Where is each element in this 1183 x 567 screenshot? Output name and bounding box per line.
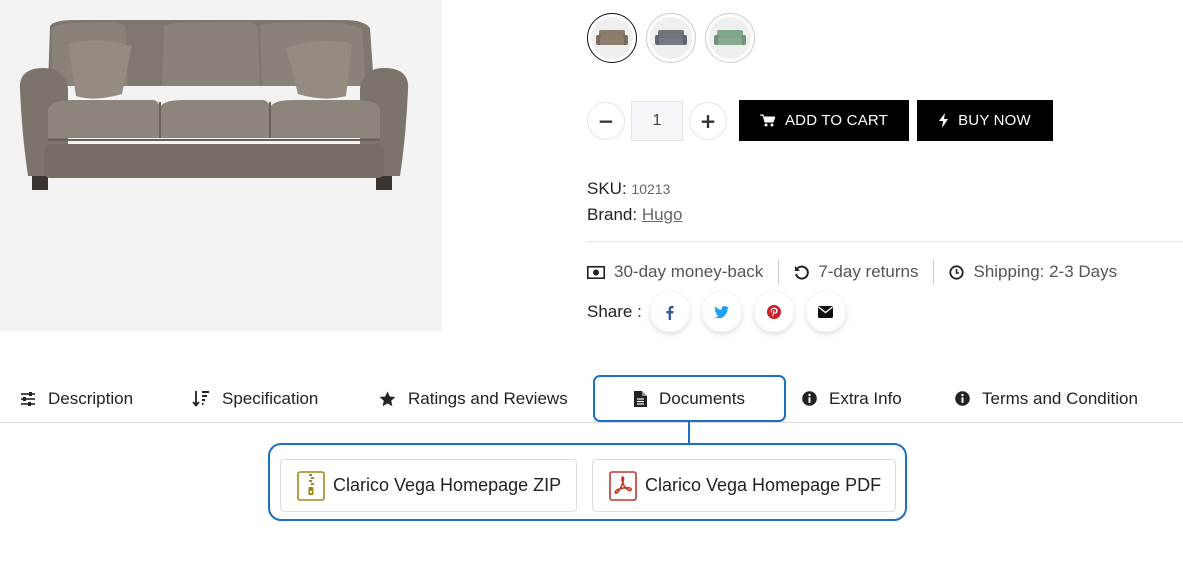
document-pdf-link[interactable]: Clarico Vega Homepage PDF (592, 459, 896, 512)
sort-icon (192, 391, 209, 407)
gray-sofa-swatch[interactable] (646, 13, 696, 63)
feature-shipping: Shipping: 2-3 Days (949, 262, 1117, 282)
money-icon (587, 265, 605, 279)
tab-documents[interactable]: Documents (593, 375, 786, 422)
pinterest-icon (766, 305, 781, 319)
cart-icon (759, 114, 775, 127)
minus-icon: − (597, 108, 615, 133)
tab-label: Documents (659, 388, 745, 408)
sofa-image (19, 20, 409, 190)
add-to-cart-button[interactable]: ADD TO CART (739, 100, 909, 141)
tab-ratings-and-reviews[interactable]: Ratings and Reviews (379, 375, 568, 422)
document-label: Clarico Vega Homepage ZIP (333, 475, 562, 495)
file-icon (634, 390, 647, 407)
sku-row: SKU: 10213 (587, 176, 682, 202)
tab-label: Extra Info (829, 388, 902, 408)
pdf-file-icon (609, 470, 637, 501)
brand-link[interactable]: Hugo (642, 205, 683, 224)
plus-icon: + (699, 108, 717, 133)
purchase-row: − 1 + ADD TO CART BUY NOW (587, 100, 1053, 141)
clock-icon (949, 264, 965, 280)
product-features: 30-day money-back 7-day returns Shipping… (587, 258, 1117, 286)
sofa-thumbnail-icon (655, 30, 687, 45)
buy-now-label: BUY NOW (958, 112, 1031, 129)
product-meta: SKU: 10213 Brand: Hugo (587, 176, 682, 227)
tab-specification[interactable]: Specification (192, 375, 318, 422)
facebook-icon (666, 305, 674, 320)
documents-panel: Clarico Vega Homepage ZIP Clarico Vega H… (268, 443, 907, 521)
tab-terms-and-condition[interactable]: Terms and Condition (955, 375, 1138, 422)
share-twitter-button[interactable] (701, 292, 742, 332)
decrease-quantity-button[interactable]: − (587, 101, 625, 140)
tab-extra-info[interactable]: Extra Info (802, 375, 902, 422)
quantity-input[interactable]: 1 (631, 100, 683, 141)
separator (933, 259, 935, 285)
sofa-thumbnail-icon (714, 30, 746, 45)
info-icon (802, 391, 817, 406)
brown-sofa-swatch[interactable] (587, 13, 637, 63)
share-label: Share : (587, 302, 642, 321)
share-email-button[interactable] (805, 292, 846, 332)
envelope-icon (818, 306, 834, 318)
share-row: Share : (587, 292, 858, 332)
twitter-icon (714, 306, 730, 318)
feature-label: Shipping: 2-3 Days (973, 262, 1118, 281)
feature-money-back: 30-day money-back (587, 262, 763, 282)
buy-now-button[interactable]: BUY NOW (917, 100, 1053, 141)
star-icon (379, 391, 396, 406)
share-facebook-button[interactable] (649, 292, 690, 332)
feature-returns: 7-day returns (794, 262, 918, 282)
document-zip-link[interactable]: Clarico Vega Homepage ZIP (280, 459, 577, 512)
divider (587, 241, 1183, 242)
sofa-thumbnail-icon (596, 30, 628, 45)
color-swatches (587, 13, 755, 63)
feature-label: 7-day returns (818, 262, 919, 281)
tab-label: Specification (222, 388, 319, 408)
increase-quantity-button[interactable]: + (689, 101, 727, 140)
sku-label: SKU: (587, 179, 627, 198)
zip-file-icon (297, 470, 325, 501)
add-to-cart-label: ADD TO CART (784, 112, 889, 129)
highlight-connector (688, 422, 690, 444)
undo-icon (795, 265, 810, 280)
separator (778, 259, 780, 285)
feature-label: 30-day money-back (614, 262, 764, 281)
green-sofa-swatch[interactable] (705, 13, 755, 63)
tab-label: Terms and Condition (982, 388, 1138, 408)
brand-label: Brand: (587, 205, 638, 224)
document-label: Clarico Vega Homepage PDF (645, 475, 882, 495)
sliders-icon (21, 391, 35, 406)
bolt-icon (939, 113, 949, 128)
product-tabs: Description Specification Ratings and Re… (0, 375, 1183, 423)
product-image (0, 0, 442, 331)
tab-label: Ratings and Reviews (408, 388, 568, 408)
share-pinterest-button[interactable] (753, 292, 794, 332)
tab-label: Description (48, 388, 134, 408)
brand-row: Brand: Hugo (587, 202, 682, 227)
tab-description[interactable]: Description (20, 375, 133, 422)
info-icon (955, 391, 970, 406)
sku-value: 10213 (631, 181, 671, 197)
